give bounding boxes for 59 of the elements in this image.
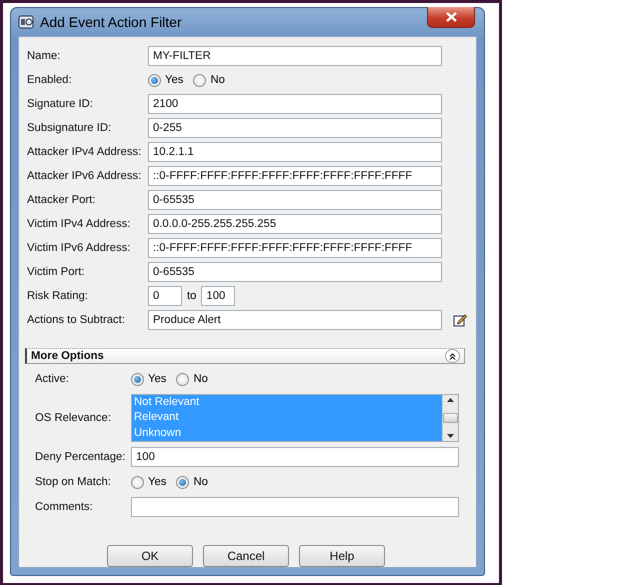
- field-label: Stop on Match:: [35, 476, 112, 488]
- text-field[interactable]: 0-65535: [148, 190, 442, 210]
- text-field[interactable]: 0.0.0.0-255.255.255.255: [148, 214, 442, 234]
- text-field[interactable]: 0: [148, 286, 182, 306]
- field-label: Subsignature ID:: [27, 122, 112, 134]
- field-label: Victim Port:: [27, 266, 86, 278]
- text-field[interactable]: ::0-FFFF:FFFF:FFFF:FFFF:FFFF:FFFF:FFFF:FFFF: [148, 166, 442, 186]
- radio-label[interactable]: No: [193, 373, 208, 385]
- collapse-button[interactable]: [445, 349, 460, 363]
- scroll-down-icon[interactable]: [447, 434, 454, 438]
- text-field[interactable]: Produce Alert: [148, 310, 442, 330]
- field-label: Name:: [27, 50, 62, 62]
- field-label: Risk Rating:: [27, 290, 89, 302]
- field-label: Victim IPv6 Address:: [27, 242, 132, 254]
- app-icon: [18, 15, 34, 29]
- dialog-button[interactable]: Help: [299, 545, 385, 567]
- field-label: Enabled:: [27, 74, 73, 86]
- field-label: Attacker Port:: [27, 194, 96, 206]
- text-field[interactable]: 0-255: [148, 118, 442, 138]
- text-field[interactable]: [131, 497, 459, 517]
- radio-button[interactable]: [176, 372, 190, 386]
- text-field[interactable]: 0-65535: [148, 262, 442, 282]
- text-field[interactable]: 2100: [148, 94, 442, 114]
- section-title: More Options: [31, 350, 104, 362]
- field-label: Signature ID:: [27, 98, 94, 110]
- text-field[interactable]: MY-FILTER: [148, 46, 442, 66]
- radio-button[interactable]: [131, 476, 144, 488]
- collapse-icon: [449, 352, 456, 360]
- radio-label[interactable]: Yes: [148, 373, 166, 385]
- section-header[interactable]: More Options: [25, 348, 465, 364]
- field-label: Deny Percentage:: [35, 451, 126, 463]
- field-label: Actions to Subtract:: [27, 314, 126, 326]
- close-icon: [446, 12, 456, 22]
- window-title: Add Event Action Filter: [40, 14, 182, 30]
- text-field[interactable]: ::0-FFFF:FFFF:FFFF:FFFF:FFFF:FFFF:FFFF:FFFF: [148, 238, 442, 258]
- field-label: Victim IPv4 Address:: [27, 218, 132, 230]
- edit-icon[interactable]: [453, 313, 467, 327]
- radio-button[interactable]: [193, 74, 206, 86]
- text-field[interactable]: 100: [131, 447, 459, 467]
- field-label: OS Relevance:: [35, 412, 112, 424]
- field-label: Comments:: [35, 501, 94, 513]
- close-button[interactable]: [427, 7, 475, 28]
- scrollbar[interactable]: [442, 395, 458, 441]
- text-field[interactable]: 10.2.1.1: [148, 142, 442, 162]
- scroll-up-icon[interactable]: [447, 398, 454, 402]
- field-label: Attacker IPv4 Address:: [27, 146, 142, 158]
- dialog-button[interactable]: Cancel: [203, 545, 289, 567]
- dialog-button[interactable]: OK: [107, 545, 193, 567]
- text-field[interactable]: 100: [201, 286, 236, 306]
- field-label: Active:: [35, 373, 70, 385]
- radio-label[interactable]: No: [210, 74, 225, 86]
- range-separator: to: [187, 290, 196, 302]
- radio-button[interactable]: [131, 372, 144, 386]
- radio-label[interactable]: Yes: [148, 476, 166, 488]
- radio-label[interactable]: No: [193, 476, 208, 488]
- field-label: Attacker IPv6 Address:: [27, 170, 142, 182]
- radio-button[interactable]: [148, 74, 161, 86]
- radio-button[interactable]: [176, 476, 190, 488]
- radio-label[interactable]: Yes: [165, 74, 184, 86]
